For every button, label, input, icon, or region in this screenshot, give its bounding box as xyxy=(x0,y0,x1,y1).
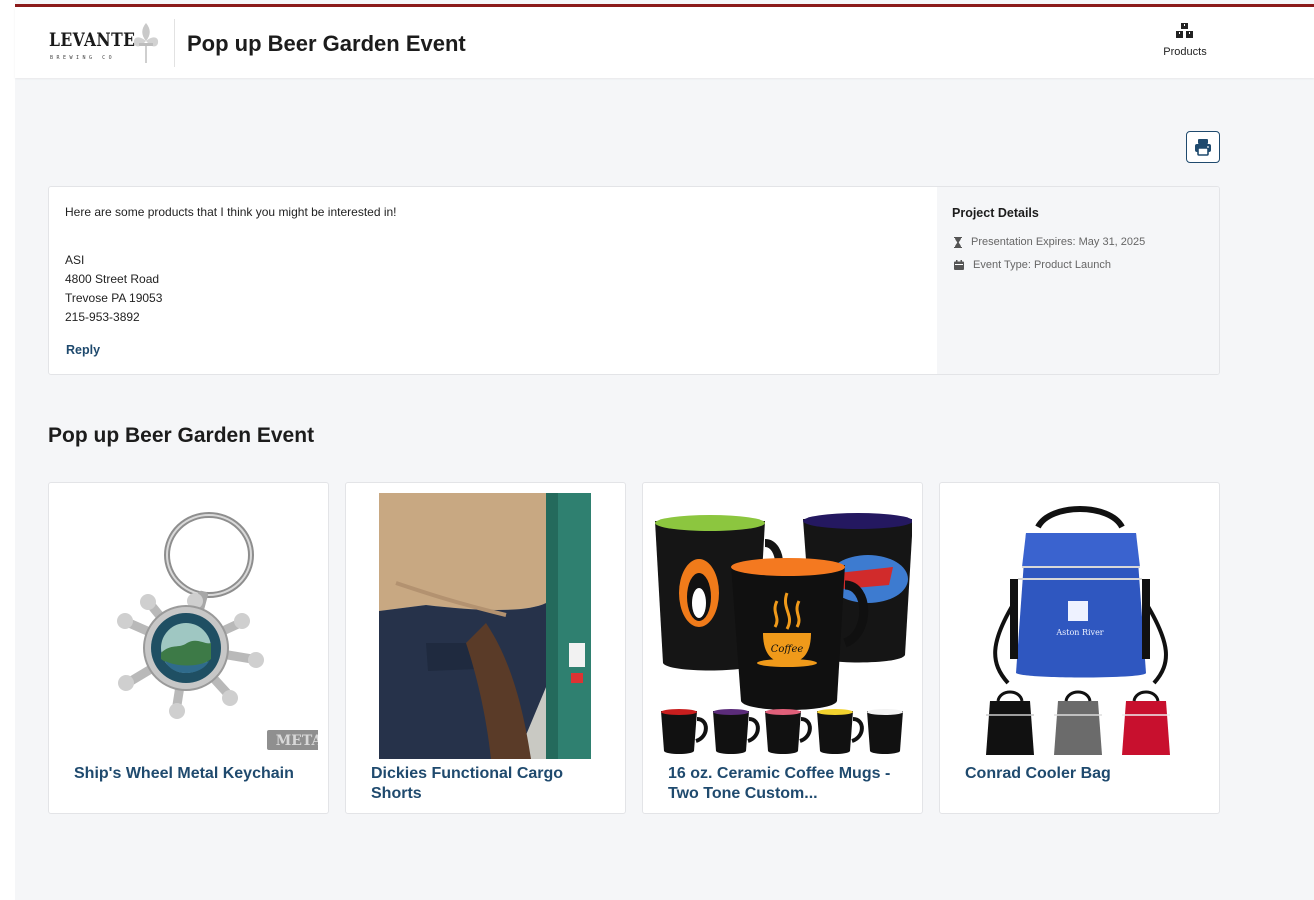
product-card-coffee-mugs[interactable]: Coffee 16 oz. Ceramic Coffee Mugs - Two … xyxy=(642,482,923,814)
reply-link[interactable]: Reply xyxy=(66,343,100,357)
page-title: Pop up Beer Garden Event xyxy=(187,31,466,56)
calendar-icon xyxy=(954,260,964,270)
printer-icon xyxy=(1195,139,1211,156)
product-card-cooler-bag[interactable]: Aston River Conrad Cooler Bag xyxy=(939,482,1220,814)
logo-wordmark: LEVANTE xyxy=(49,29,136,51)
brand-logo[interactable]: LEVANTE BREWING CO xyxy=(47,19,175,67)
cooler-bag-image: Aston River xyxy=(950,493,1209,759)
product-card-cargo-shorts[interactable]: Dickies Functional Cargo Shorts xyxy=(345,482,626,814)
event-type-text: Event Type: Product Launch xyxy=(973,259,1111,271)
fleur-de-lis-icon xyxy=(133,23,159,63)
svg-text:Aston River: Aston River xyxy=(1055,628,1103,637)
page: LEVANTE BREWING CO Pop up Beer Garden Ev… xyxy=(15,0,1314,900)
products-nav-label: Products xyxy=(1163,46,1207,58)
phone-number: 215-953-3892 xyxy=(65,310,140,324)
hourglass-icon xyxy=(954,236,962,248)
keychain-image: METAL xyxy=(59,493,318,759)
product-card-keychain[interactable]: METAL Ship's Wheel Metal Keychain xyxy=(48,482,329,814)
cargo-shorts-image xyxy=(356,493,615,759)
top-bar: LEVANTE BREWING CO Pop up Beer Garden Ev… xyxy=(15,7,1314,78)
print-button[interactable] xyxy=(1186,131,1220,163)
section-title: Pop up Beer Garden Event xyxy=(48,424,315,447)
boxes-icon xyxy=(1176,23,1193,38)
product-name[interactable]: Ship's Wheel Metal Keychain xyxy=(74,764,309,784)
product-name[interactable]: Conrad Cooler Bag xyxy=(965,764,1200,784)
address-line: Trevose PA 19053 xyxy=(65,291,163,305)
address-line: ASI xyxy=(65,253,85,267)
product-name[interactable]: Dickies Functional Cargo Shorts xyxy=(371,764,606,804)
coffee-mugs-image: Coffee xyxy=(653,493,912,759)
product-name[interactable]: 16 oz. Ceramic Coffee Mugs - Two Tone Cu… xyxy=(668,764,903,804)
project-details-panel: Project Details Presentation Expires: Ma… xyxy=(937,187,1219,374)
intro-message: Here are some products that I think you … xyxy=(65,205,397,219)
products-nav-button[interactable]: Products xyxy=(1155,21,1215,65)
presentation-info-card: Here are some products that I think you … xyxy=(48,186,1220,375)
expiration-row: Presentation Expires: May 31, 2025 xyxy=(954,236,1145,248)
address-line: 4800 Street Road xyxy=(65,272,160,286)
project-details-heading: Project Details xyxy=(952,206,1039,220)
logo-subtitle: BREWING CO xyxy=(50,55,116,61)
svg-text:METAL: METAL xyxy=(276,733,318,749)
svg-text:Coffee: Coffee xyxy=(771,644,804,655)
contact-address: ASI 4800 Street Road Trevose PA 19053 21… xyxy=(65,251,162,327)
expiration-text: Presentation Expires: May 31, 2025 xyxy=(971,236,1146,248)
event-type-row: Event Type: Product Launch xyxy=(954,259,1111,271)
